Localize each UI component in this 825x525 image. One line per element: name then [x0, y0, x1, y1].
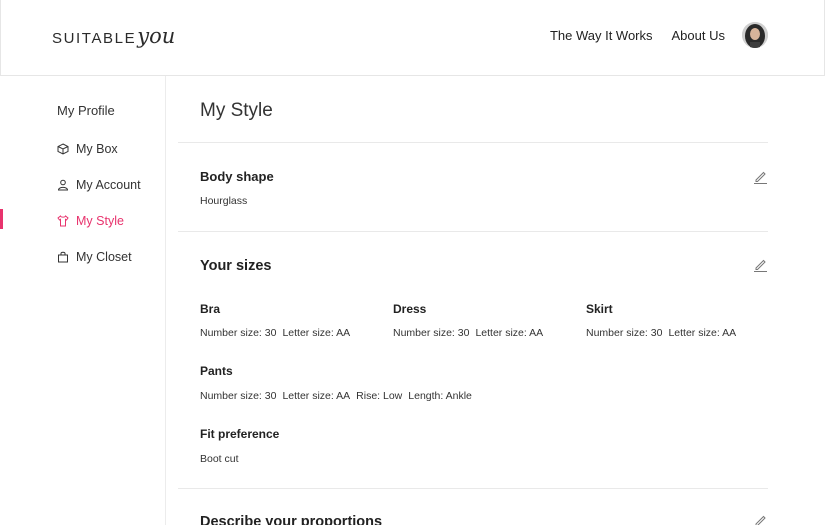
sidebar-item-my-style[interactable]: My Style [57, 214, 124, 228]
divider [178, 142, 768, 143]
logo-text: SUITABLE [52, 30, 137, 47]
skirt-values: Number size: 30 Letter size: AA [586, 327, 742, 339]
avatar[interactable] [742, 22, 768, 48]
proportions-title: Describe your proportions [200, 514, 383, 525]
sidebar-item-my-closet[interactable]: My Closet [57, 250, 132, 264]
pants-length: Length: Ankle [408, 390, 472, 402]
logo-script: you [137, 24, 176, 48]
sidebar-title[interactable]: My Profile [57, 103, 115, 118]
sidebar-item-label: My Closet [76, 250, 132, 264]
body-shape-title: Body shape [200, 169, 274, 184]
nav-the-way-it-works[interactable]: The Way It Works [550, 28, 653, 43]
page-title: My Style [200, 100, 273, 121]
skirt-number-size: Number size: 30 [586, 327, 663, 339]
sidebar-item-label: My Account [76, 178, 141, 192]
dress-number-size: Number size: 30 [393, 327, 470, 339]
edit-body-shape-icon[interactable] [753, 169, 768, 184]
sidebar-item-label: My Box [76, 142, 118, 156]
pants-number-size: Number size: 30 [200, 390, 277, 402]
pants-values: Number size: 30 Letter size: AA Rise: Low L… [200, 390, 478, 402]
nav-about-us[interactable]: About Us [672, 28, 725, 43]
shirt-icon [57, 215, 69, 227]
box-icon [57, 143, 69, 155]
edit-sizes-icon[interactable] [753, 257, 768, 272]
sidebar-item-my-account[interactable]: My Account [57, 178, 141, 192]
pants-label: Pants [200, 364, 233, 378]
sidebar-item-my-box[interactable]: My Box [57, 142, 118, 156]
pants-letter-size: Letter size: AA [282, 390, 351, 402]
user-icon [57, 179, 69, 191]
bra-letter-size: Letter size: AA [282, 327, 351, 339]
dress-letter-size: Letter size: AA [475, 327, 544, 339]
bag-icon [57, 251, 69, 263]
body-shape-value: Hourglass [200, 195, 248, 207]
fit-preference-value: Boot cut [200, 453, 239, 465]
dress-values: Number size: 30 Letter size: AA [393, 327, 549, 339]
divider [178, 231, 768, 232]
sidebar-item-label: My Style [76, 214, 124, 228]
bra-values: Number size: 30 Letter size: AA [200, 327, 356, 339]
divider [178, 488, 768, 489]
active-indicator [0, 209, 3, 229]
logo[interactable]: SUITABLE you [52, 24, 175, 68]
skirt-label: Skirt [586, 302, 613, 316]
bra-label: Bra [200, 302, 221, 316]
sidebar: My Profile My Box My Account My Style My… [0, 76, 166, 525]
your-sizes-title: Your sizes [200, 258, 272, 274]
edit-proportions-icon[interactable] [753, 513, 768, 525]
top-header: SUITABLE you The Way It Works About Us [0, 0, 825, 76]
pants-rise: Rise: Low [356, 390, 403, 402]
skirt-letter-size: Letter size: AA [668, 327, 737, 339]
top-nav: The Way It Works About Us [531, 22, 768, 48]
dress-label: Dress [393, 302, 427, 316]
fit-preference-label: Fit preference [200, 427, 280, 441]
main-content: My Style Body shape Hourglass Your sizes… [178, 76, 768, 525]
bra-number-size: Number size: 30 [200, 327, 277, 339]
